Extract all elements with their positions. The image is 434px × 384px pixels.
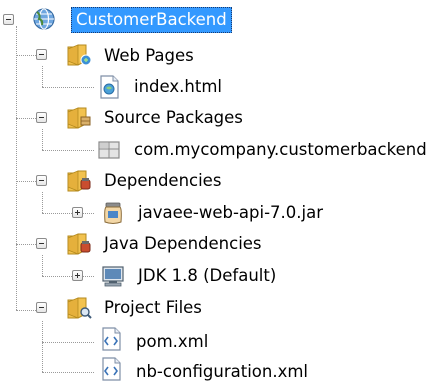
web-pages-folder-icon [66,41,92,67]
collapse-toggle[interactable] [36,238,47,249]
project-tree: CustomerBackend Web Pages index.html Sou… [0,0,434,382]
project-files-folder-icon [66,294,92,320]
tree-guide [42,342,94,343]
expand-toggle[interactable] [72,270,83,281]
html-file-icon [96,74,122,100]
tree-guide [16,118,36,119]
tree-guide [42,255,43,276]
tree-guide [16,310,36,311]
collapse-toggle[interactable] [36,175,47,186]
collapse-toggle[interactable] [3,14,14,25]
package-label: com.mycompany.customerbackend [134,140,427,159]
tree-guide [16,55,36,56]
jdk-icon [100,263,126,289]
web-pages-label: Web Pages [104,46,194,65]
tree-guide [42,276,94,277]
index-html-label: index.html [134,77,222,96]
tree-guide [16,244,36,245]
jdk-label: JDK 1.8 (Default) [138,266,277,285]
pom-xml-label: pom.xml [136,332,209,351]
tree-guide [42,213,94,214]
tree-guide [42,192,43,213]
nb-configuration-xml-label: nb-configuration.xml [136,362,309,381]
project-files-label: Project Files [104,298,202,317]
package-icon [96,137,122,163]
tree-guide [42,87,94,88]
expand-toggle[interactable] [72,207,83,218]
java-dependencies-folder-icon [66,230,92,256]
root-label: CustomerBackend [71,7,232,33]
xml-file-icon [98,356,124,382]
dependencies-label: Dependencies [104,171,222,190]
tree-guide [42,321,43,372]
tree-guide [42,129,43,150]
java-dependencies-label: Java Dependencies [104,234,262,253]
collapse-toggle[interactable] [36,49,47,60]
collapse-toggle[interactable] [36,112,47,123]
jar-label: javaee-web-api-7.0.jar [138,203,323,222]
tree-guide [42,372,94,373]
tree-guide [42,150,94,151]
tree-guide [16,181,36,182]
tree-guide [42,66,43,87]
source-packages-label: Source Packages [104,108,243,127]
source-packages-folder-icon [66,104,92,130]
jar-icon [100,200,126,226]
dependencies-folder-icon [66,167,92,193]
tree-guide [16,26,17,310]
globe-project-icon [31,6,57,32]
collapse-toggle[interactable] [36,302,47,313]
xml-file-icon [98,326,124,352]
